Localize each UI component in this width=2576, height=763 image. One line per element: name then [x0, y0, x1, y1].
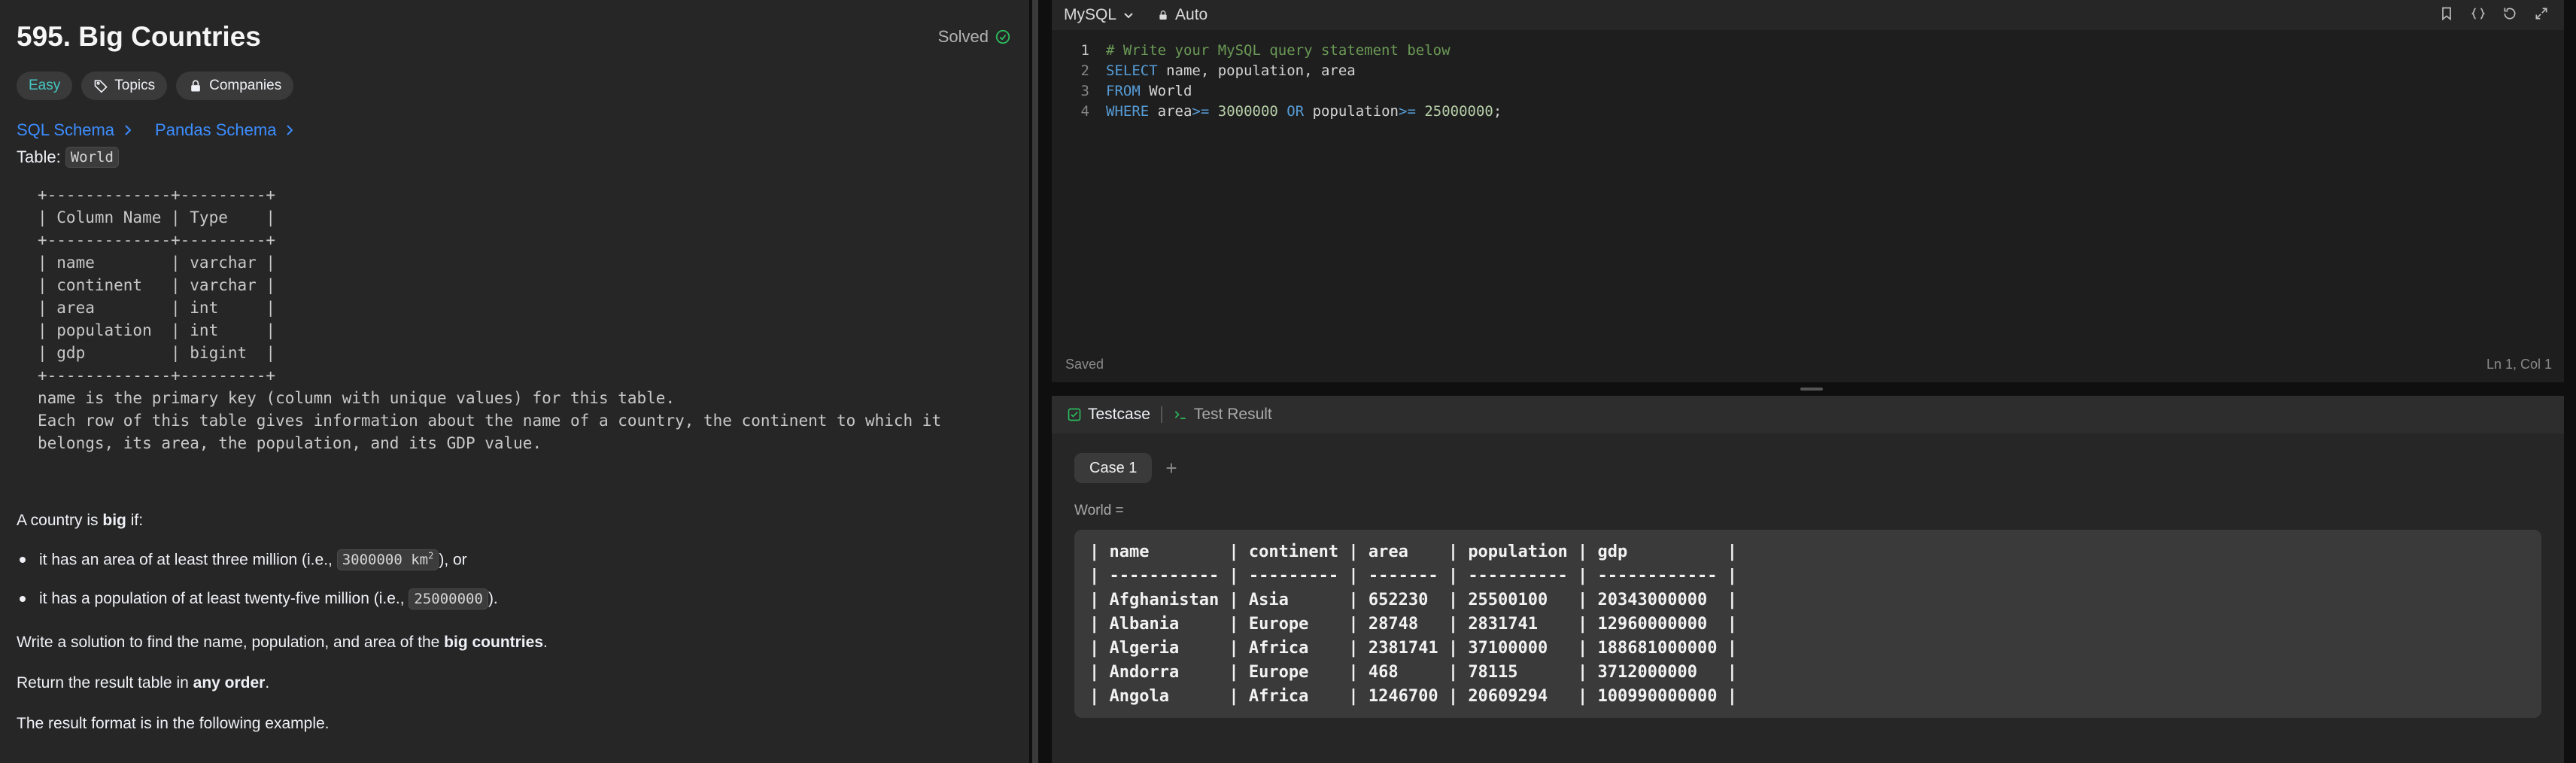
chevron-right-icon [287, 125, 293, 135]
bullet-dot [20, 596, 26, 602]
vertical-resize-handle[interactable] [1029, 0, 1041, 763]
bullet-area: it has an area of at least three million… [17, 549, 467, 571]
pandas-schema-link[interactable]: Pandas Schema [155, 120, 296, 140]
companies-label: Companies [209, 78, 282, 93]
line-number: 1 [1080, 42, 1089, 59]
bullet-dot [20, 557, 26, 564]
difficulty-badge[interactable]: Easy [17, 71, 73, 100]
saved-status: Saved [1065, 357, 1104, 372]
test-tabs: Testcase Test Result [1052, 396, 2564, 433]
auto-label: Auto [1175, 6, 1208, 23]
code-text: FROM World [1106, 83, 1192, 99]
check-circle-icon [995, 29, 1010, 44]
tab-testcase-label: Testcase [1088, 406, 1150, 423]
problem-title[interactable]: 595. Big Countries [17, 21, 261, 53]
tab-separator [1160, 406, 1162, 423]
sql-schema-label: SQL Schema [17, 120, 115, 139]
bullet-population: it has a population of at least twenty-f… [17, 588, 498, 609]
code-area[interactable]: 1 # Write your MySQL query statement belo… [1052, 41, 1502, 122]
line-number: 4 [1080, 103, 1089, 120]
topics-label: Topics [114, 78, 156, 93]
topics-button[interactable]: Topics [81, 71, 168, 100]
lock-icon [1159, 11, 1167, 20]
code-line[interactable]: 3 FROM World [1052, 81, 1502, 102]
tab-testcase[interactable]: Testcase [1067, 406, 1150, 424]
format-text: The result format is in the following ex… [17, 715, 330, 732]
intro-text: A country is big if: [17, 512, 144, 529]
order-text: Return the result table in any order. [17, 674, 270, 692]
terminal-icon [1174, 411, 1186, 419]
code-line[interactable]: 1 # Write your MySQL query statement belo… [1052, 41, 1502, 61]
task-text: Write a solution to find the name, popul… [17, 634, 548, 651]
schema-links: SQL Schema Pandas Schema [17, 120, 296, 140]
solved-status: Solved [938, 27, 1011, 47]
reset-icon[interactable] [2501, 5, 2519, 23]
tag-icon [94, 80, 108, 93]
sql-schema-link[interactable]: SQL Schema [17, 120, 134, 140]
format-code-icon[interactable] [2469, 5, 2487, 23]
expand-icon[interactable] [2532, 5, 2550, 23]
horizontal-resize-handle[interactable] [1052, 382, 2564, 396]
schema-block: +-------------+---------+ | Column Name … [38, 186, 942, 452]
code-text: SELECT name, population, area [1106, 62, 1356, 79]
lock-icon [191, 80, 200, 92]
checkbox-icon [1068, 408, 1081, 421]
input-label: World = [1074, 503, 1124, 518]
line-number: 3 [1080, 83, 1089, 99]
code-editor-panel: MySQL Auto 1 # Write your MySQL query sta… [1052, 0, 2564, 382]
population-code: 25000000 [409, 588, 488, 609]
chevron-right-icon [125, 125, 132, 135]
add-case-button[interactable]: + [1165, 457, 1177, 480]
testcase-panel: Testcase Test Result Case 1 + World = | … [1052, 396, 2564, 763]
solved-label: Solved [937, 27, 989, 46]
table-label: Table: [17, 147, 61, 166]
area-code: 3000000 km2 [336, 549, 439, 571]
companies-button[interactable]: Companies [176, 71, 294, 100]
case-row: Case 1 + [1074, 453, 1177, 483]
auto-mode-toggle[interactable]: Auto [1157, 6, 1208, 24]
bookmark-icon[interactable] [2438, 5, 2456, 23]
tab-test-result-label: Test Result [1193, 406, 1272, 423]
editor-toolbar: MySQL Auto [1052, 0, 2564, 30]
code-text: # Write your MySQL query statement below [1106, 42, 1451, 59]
code-line[interactable]: 2 SELECT name, population, area [1052, 61, 1502, 81]
chevron-down-icon [1124, 13, 1133, 19]
table-name-chip: World [65, 147, 119, 168]
code-text: WHERE area>= 3000000 OR population>= 250… [1106, 103, 1502, 120]
editor-actions [2438, 5, 2550, 23]
pandas-schema-label: Pandas Schema [155, 120, 277, 139]
problem-tags: Easy Topics Companies [17, 71, 294, 100]
problem-panel: 595. Big Countries Solved Easy Topics Co… [0, 0, 1029, 763]
cursor-position: Ln 1, Col 1 [2486, 357, 2552, 372]
code-line[interactable]: 4 WHERE area>= 3000000 OR population>= 25… [1052, 102, 1502, 122]
difficulty-label: Easy [29, 78, 61, 93]
language-select[interactable]: MySQL [1064, 6, 1135, 24]
line-number: 2 [1080, 62, 1089, 79]
case-1-tab[interactable]: Case 1 [1074, 453, 1153, 483]
language-label: MySQL [1064, 6, 1117, 23]
tab-test-result[interactable]: Test Result [1173, 406, 1272, 424]
table-line: Table: World [17, 147, 119, 168]
testcase-input[interactable]: | name | continent | area | population |… [1074, 530, 2541, 718]
